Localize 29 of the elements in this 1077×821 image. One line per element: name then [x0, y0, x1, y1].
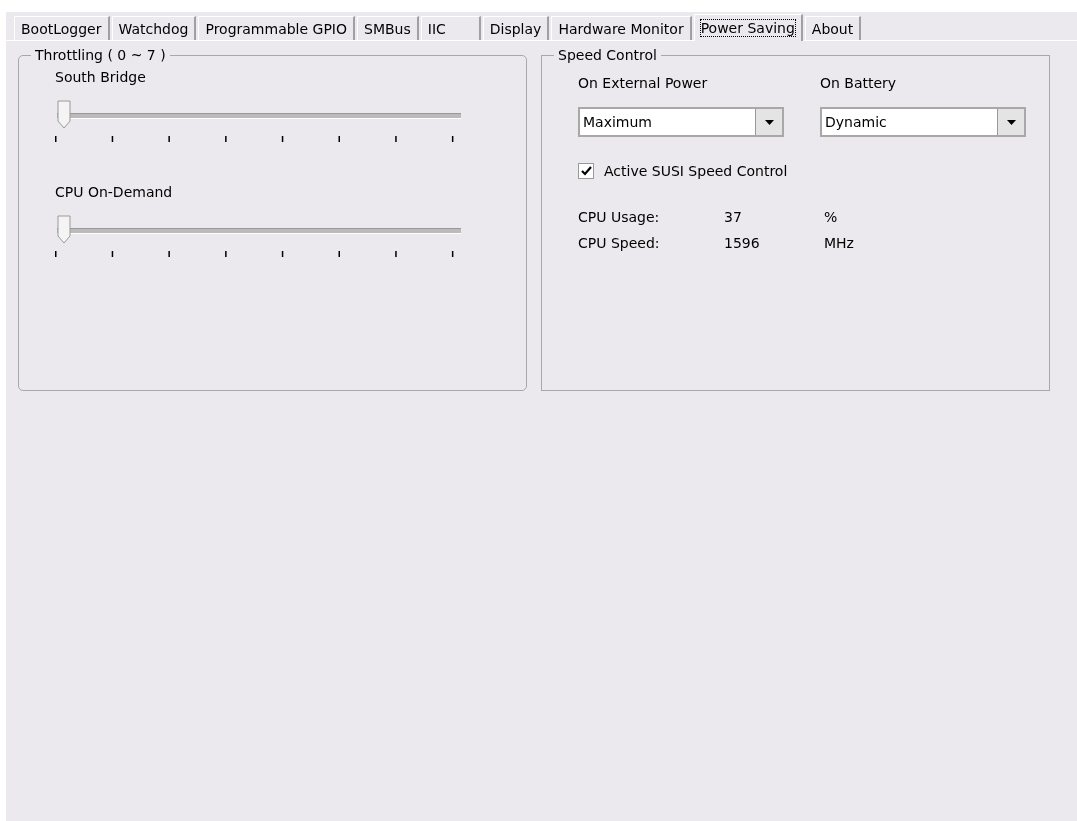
caret-icon: [1006, 119, 1016, 125]
slider-label: South Bridge: [55, 69, 147, 85]
dropdown[interactable]: Maximum: [578, 107, 784, 137]
group-title: Throttling ( 0 ~ 7 ): [34, 47, 167, 63]
slider-label: CPU On-Demand: [55, 184, 174, 200]
reading-value: 1596: [724, 235, 761, 251]
checkbox[interactable]: [578, 163, 594, 179]
checkbox-label: Active SUSI Speed Control: [604, 163, 788, 179]
tab[interactable]: Display: [482, 16, 550, 40]
dropdown-label: On External Power: [578, 75, 709, 91]
tab[interactable]: IIC: [420, 16, 481, 40]
reading-unit: %: [824, 209, 838, 225]
tab[interactable]: Power Saving: [693, 14, 803, 41]
caret-icon: [764, 119, 774, 125]
reading-label: CPU Speed:: [578, 235, 661, 251]
dropdown-label: On Battery: [820, 75, 898, 91]
slider-thumb[interactable]: [57, 215, 71, 245]
tab[interactable]: Programmable GPIO: [198, 16, 355, 40]
slider-thumb[interactable]: [57, 100, 71, 130]
tab[interactable]: Hardware Monitor: [551, 16, 692, 40]
tab[interactable]: BootLogger: [14, 16, 110, 40]
group-title: Speed Control: [557, 47, 658, 63]
tab[interactable]: Watchdog: [111, 16, 197, 40]
dropdown[interactable]: Dynamic: [820, 107, 1026, 137]
reading-value: 37: [724, 209, 743, 225]
tab[interactable]: About: [804, 16, 862, 40]
tab[interactable]: SMBus: [357, 16, 419, 40]
reading-label: CPU Usage:: [578, 209, 661, 225]
reading-unit: MHz: [824, 235, 854, 251]
